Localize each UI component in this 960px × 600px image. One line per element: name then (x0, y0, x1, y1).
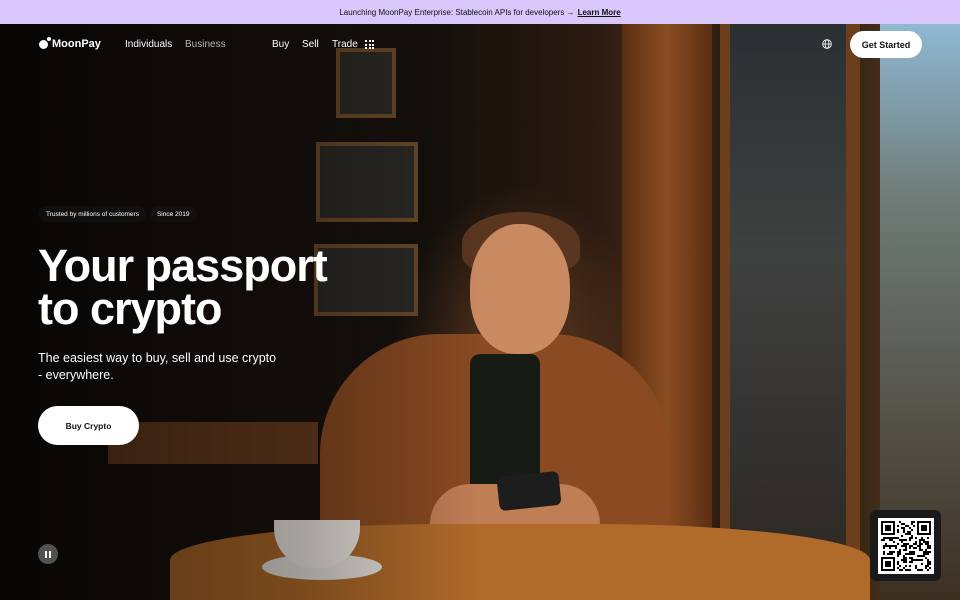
trust-badges: Trusted by millions of customers Since 2… (39, 206, 197, 222)
qr-pattern (880, 520, 931, 571)
buy-crypto-button[interactable]: Buy Crypto (38, 406, 139, 445)
badge-since: Since 2019 (149, 206, 197, 222)
nav-business[interactable]: Business (185, 39, 226, 50)
logo-text: MoonPay (52, 38, 101, 50)
globe-icon[interactable] (822, 39, 832, 49)
hero-subhead: The easiest way to buy, sell and use cry… (38, 351, 277, 382)
pause-icon[interactable] (38, 544, 58, 564)
grid-icon[interactable] (365, 40, 374, 49)
badge-trusted: Trusted by millions of customers (39, 206, 146, 222)
hero-headline: Your passport to crypto (38, 240, 328, 334)
announcement-banner: Launching MoonPay Enterprise: Stablecoin… (0, 0, 960, 24)
moonpay-logo[interactable]: MoonPay (39, 36, 101, 50)
banner-text: Launching MoonPay Enterprise: Stablecoin… (339, 7, 575, 17)
moon-icon (39, 36, 51, 49)
headline-line-1: Your passport (38, 240, 328, 291)
nav-trade[interactable]: Trade (332, 39, 358, 50)
top-navigation: MoonPay Individuals Business Buy Sell Tr… (0, 24, 960, 66)
nav-individuals[interactable]: Individuals (125, 39, 172, 50)
nav-buy[interactable]: Buy (272, 39, 289, 50)
nav-sell[interactable]: Sell (302, 39, 319, 50)
get-started-button[interactable]: Get Started (850, 31, 922, 58)
qr-code (870, 510, 941, 581)
qr-code-image (877, 517, 934, 574)
headline-line-2: to crypto (38, 283, 223, 334)
learn-more-link[interactable]: Learn More (578, 8, 621, 17)
